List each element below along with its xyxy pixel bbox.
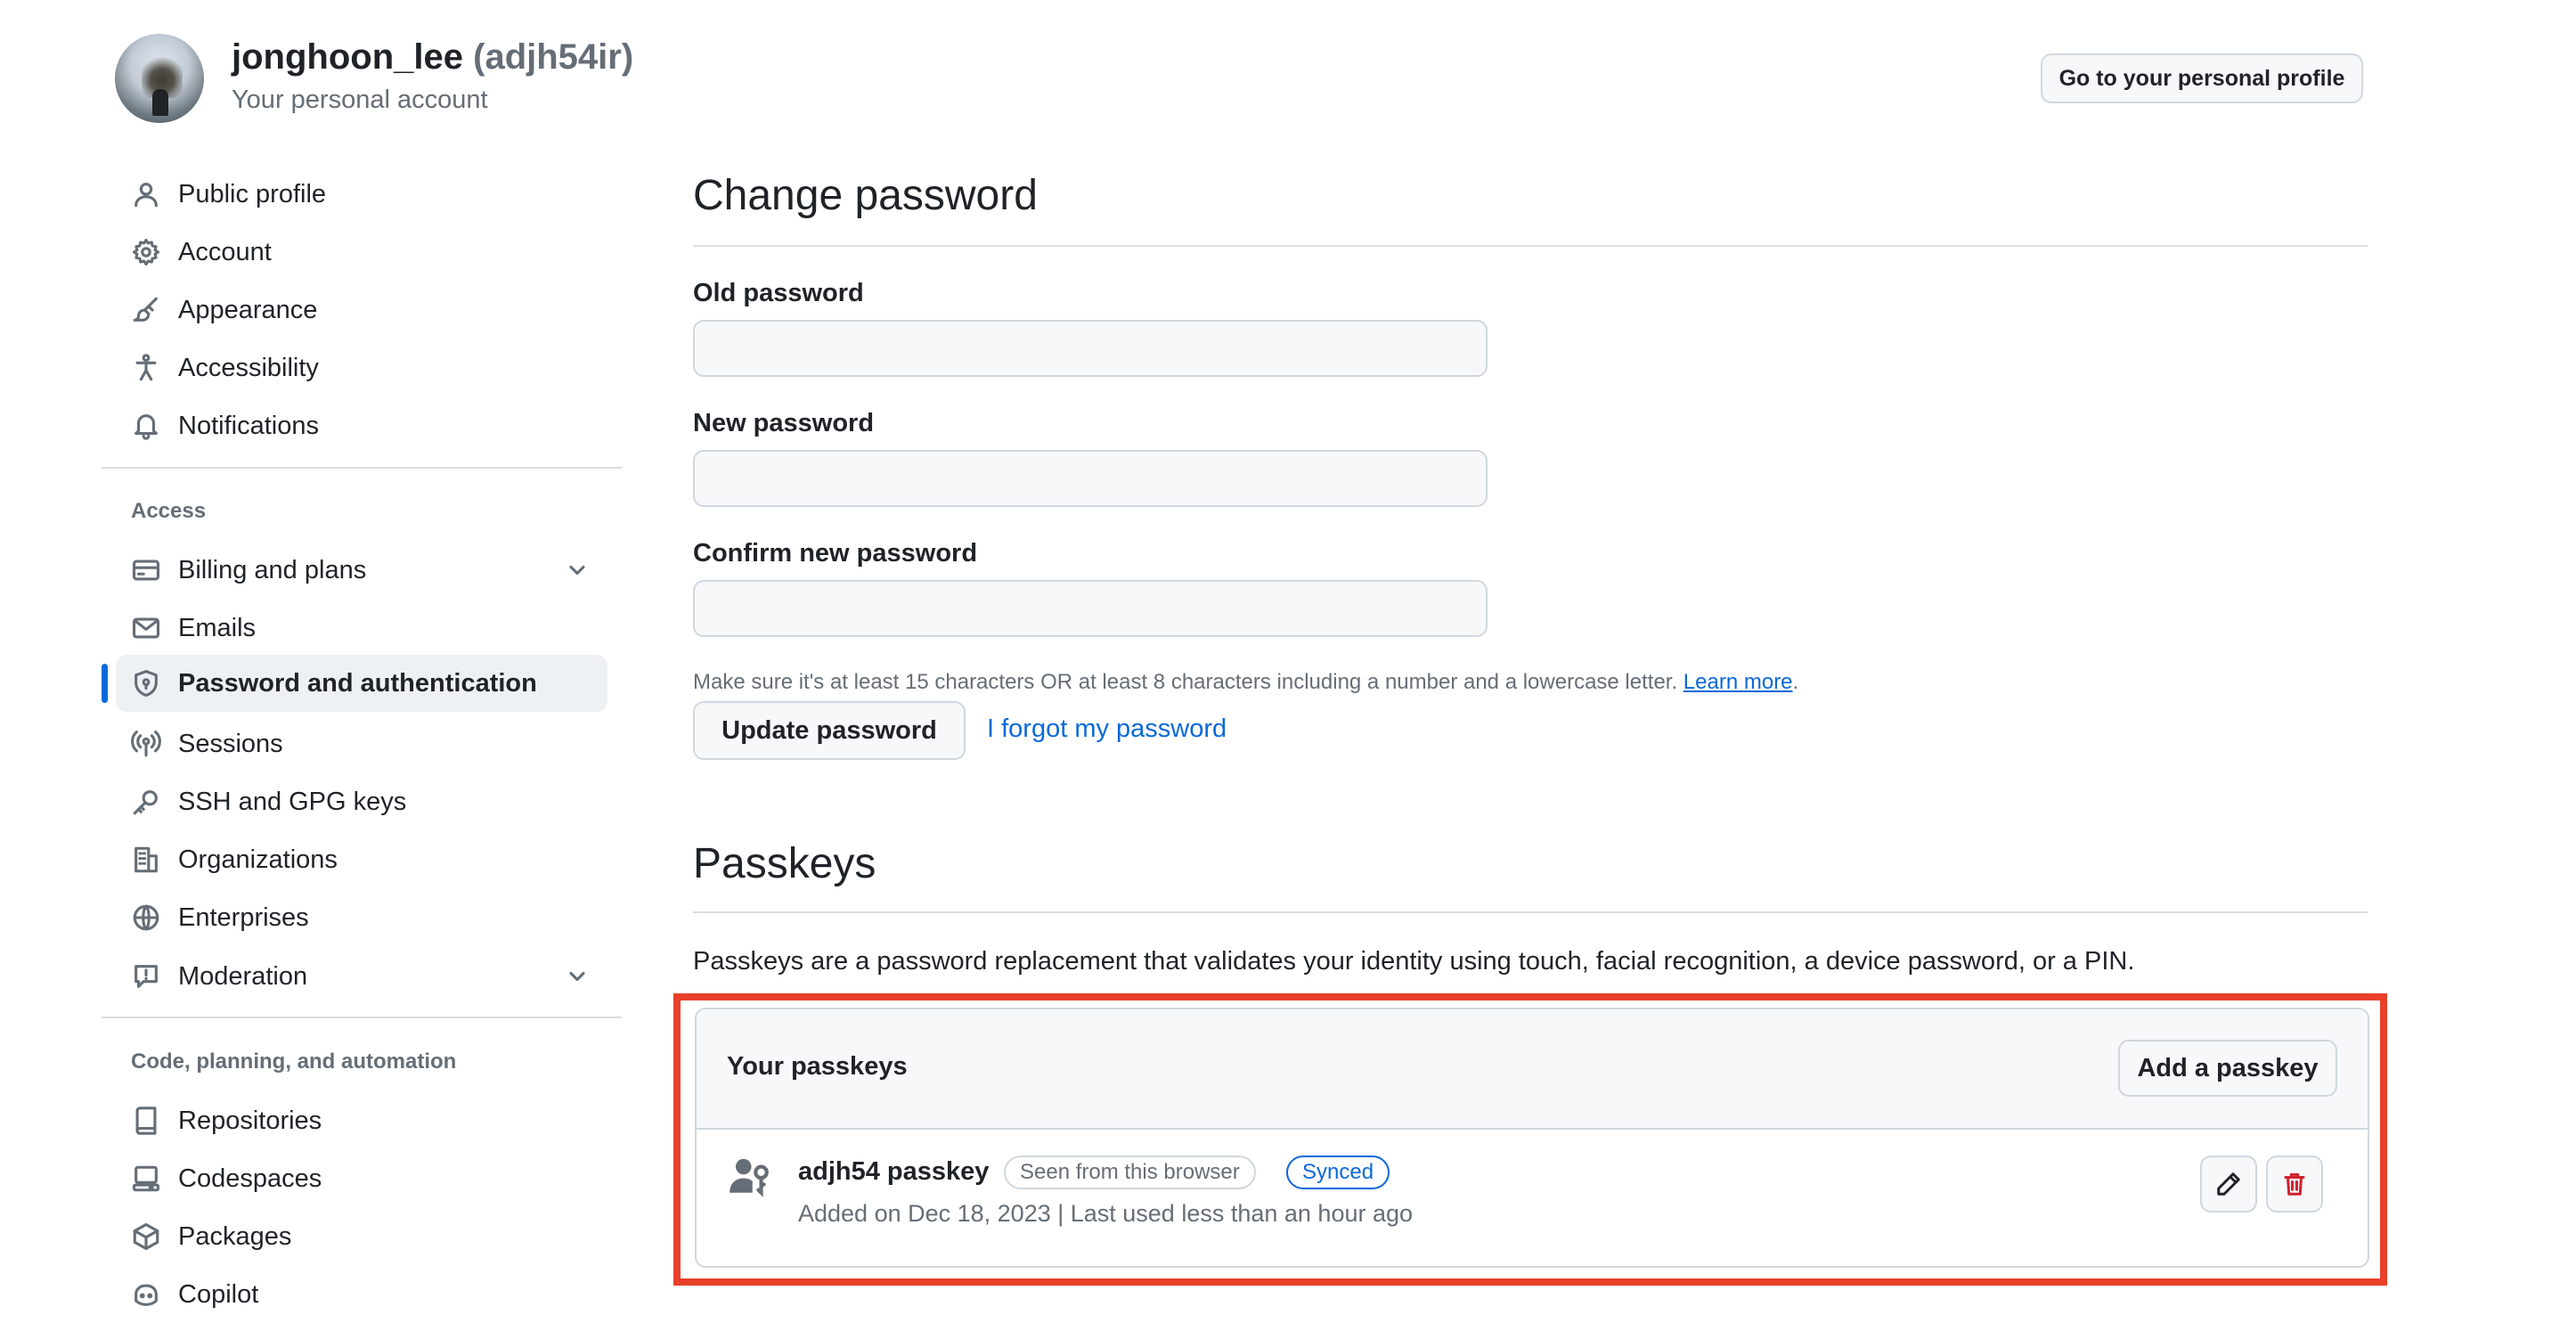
sidebar-item-label: Packages [178, 1221, 292, 1251]
sidebar-item-label: Organizations [178, 845, 338, 874]
copilot-icon [130, 1278, 162, 1311]
sidebar-item-label: Emails [178, 613, 257, 642]
sidebar-section-code: Code, planning, and automation [131, 1049, 457, 1074]
sidebar-item-codespaces[interactable]: Codespaces [116, 1150, 607, 1207]
sidebar-item-password-authentication[interactable]: Password and authentication [116, 655, 607, 712]
sidebar-item-packages[interactable]: Packages [116, 1208, 607, 1265]
passkeys-heading: Passkeys [693, 840, 876, 887]
add-passkey-button[interactable]: Add a passkey [2118, 1040, 2337, 1097]
sidebar-item-label: Repositories [178, 1106, 322, 1135]
learn-more-link[interactable]: Learn more [1683, 670, 1793, 694]
sidebar-item-label: Sessions [178, 729, 283, 758]
active-indicator [102, 664, 108, 703]
forgot-password-link[interactable]: I forgot my password [987, 715, 1227, 744]
repo-icon [130, 1105, 162, 1137]
passkey-name: adjh54 passkey [798, 1157, 990, 1186]
update-password-button[interactable]: Update password [693, 701, 966, 760]
new-password-field[interactable] [693, 450, 1488, 507]
sidebar-section-access: Access [131, 499, 207, 523]
sidebar-item-ssh-gpg-keys[interactable]: SSH and GPG keys [116, 773, 607, 830]
pencil-icon [2217, 1172, 2240, 1196]
passkeys-box-header: Your passkeys Add a passkey [697, 1009, 2368, 1130]
sidebar-item-label: Account [178, 237, 272, 266]
sidebar-item-public-profile[interactable]: Public profile [116, 166, 607, 223]
report-icon [130, 960, 162, 992]
sidebar-item-label: Codespaces [178, 1164, 322, 1193]
chevron-down-icon[interactable] [565, 964, 590, 989]
note-period: . [1792, 670, 1799, 694]
user-handle: (adjh54ir) [473, 37, 634, 77]
bell-icon [130, 410, 162, 442]
sidebar-item-label: Public profile [178, 179, 327, 208]
sidebar-item-moderation[interactable]: Moderation [116, 948, 607, 1005]
sidebar-item-organizations[interactable]: Organizations [116, 831, 607, 888]
old-password-field[interactable] [693, 320, 1488, 377]
username: jonghoon_lee [232, 37, 463, 77]
change-password-heading: Change password [693, 172, 1038, 219]
sidebar-item-label: Billing and plans [178, 555, 367, 584]
old-password-label: Old password [693, 279, 864, 307]
sidebar-item-label: Appearance [178, 295, 318, 324]
passkeys-box: Your passkeys Add a passkey adjh54 passk… [695, 1008, 2369, 1268]
sidebar-item-billing[interactable]: Billing and plans [116, 542, 607, 599]
sidebar-item-label: Moderation [178, 961, 308, 991]
paintbrush-icon [130, 294, 162, 326]
person-icon [130, 178, 162, 210]
section-divider [693, 911, 2368, 913]
sidebar-item-sessions[interactable]: Sessions [116, 715, 607, 772]
key-icon [130, 786, 162, 818]
go-to-profile-button[interactable]: Go to your personal profile [2041, 53, 2363, 103]
trash-icon [2284, 1172, 2305, 1196]
sidebar-divider [102, 467, 622, 469]
synced-badge: Synced [1286, 1156, 1390, 1189]
sidebar-item-label: Accessibility [178, 353, 319, 382]
seen-from-browser-badge: Seen from this browser [1004, 1156, 1256, 1189]
sidebar-item-appearance[interactable]: Appearance [116, 282, 607, 339]
globe-icon [130, 902, 162, 934]
sidebar-item-label: SSH and GPG keys [178, 787, 407, 816]
organization-icon [130, 844, 162, 876]
sidebar-item-repositories[interactable]: Repositories [116, 1092, 607, 1149]
passkey-meta: Added on Dec 18, 2023 | Last used less t… [798, 1200, 1414, 1227]
confirm-password-label: Confirm new password [693, 539, 978, 568]
sidebar-item-emails[interactable]: Emails [116, 600, 607, 657]
sidebar-item-enterprises[interactable]: Enterprises [116, 889, 607, 946]
broadcast-icon [130, 728, 162, 760]
sidebar-item-label: Copilot [178, 1279, 259, 1309]
credit-card-icon [130, 554, 162, 586]
chevron-down-icon[interactable] [565, 558, 590, 583]
sidebar-item-notifications[interactable]: Notifications [116, 397, 607, 454]
sidebar-item-accessibility[interactable]: Accessibility [116, 339, 607, 396]
confirm-password-field[interactable] [693, 580, 1488, 637]
account-subtitle: Your personal account [232, 86, 488, 114]
password-note-text: Make sure it's at least 15 characters OR… [693, 670, 1678, 694]
shield-lock-icon [130, 667, 162, 699]
delete-passkey-button[interactable] [2266, 1156, 2323, 1213]
new-password-label: New password [693, 409, 875, 437]
avatar-person [152, 89, 168, 116]
gear-icon [130, 236, 162, 268]
mail-icon [130, 612, 162, 644]
edit-passkey-button[interactable] [2200, 1156, 2257, 1213]
passkeys-description: Passkeys are a password replacement that… [693, 947, 2135, 976]
accessibility-icon [130, 352, 162, 384]
password-requirements-note: Make sure it's at least 15 characters OR… [693, 670, 1798, 695]
sidebar-item-label: Notifications [178, 411, 319, 440]
sidebar-divider [102, 1017, 622, 1018]
passkeys-box-title: Your passkeys [727, 1052, 908, 1081]
avatar[interactable] [115, 34, 204, 123]
sidebar-item-label: Enterprises [178, 902, 309, 932]
section-divider [693, 245, 2368, 247]
package-icon [130, 1221, 162, 1253]
sidebar-item-account[interactable]: Account [116, 224, 607, 281]
sidebar-item-label: Password and authentication [178, 668, 537, 698]
passkey-icon [730, 1158, 769, 1197]
sidebar-item-copilot[interactable]: Copilot [116, 1266, 607, 1323]
account-name: jonghoon_lee (adjh54ir) [232, 37, 633, 78]
codespaces-icon [130, 1163, 162, 1195]
